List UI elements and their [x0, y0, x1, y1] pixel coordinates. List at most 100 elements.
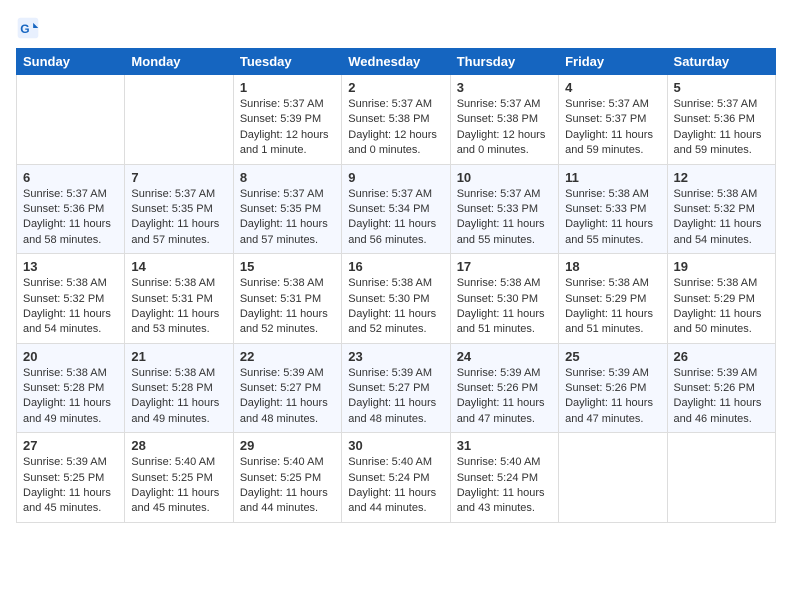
day-number: 29 [240, 438, 335, 453]
calendar-week-row: 27 Sunrise: 5:39 AM Sunset: 5:25 PM Dayli… [17, 433, 776, 523]
day-number: 15 [240, 259, 335, 274]
calendar-cell: 22 Sunrise: 5:39 AM Sunset: 5:27 PM Dayli… [233, 343, 341, 433]
day-number: 3 [457, 80, 552, 95]
cell-content: Sunrise: 5:39 AM Sunset: 5:25 PM Dayligh… [23, 455, 118, 517]
calendar-cell: 4 Sunrise: 5:37 AM Sunset: 5:37 PM Daylig… [559, 75, 667, 165]
cell-content: Sunrise: 5:37 AM Sunset: 5:38 PM Dayligh… [457, 97, 552, 159]
calendar-week-row: 13 Sunrise: 5:38 AM Sunset: 5:32 PM Dayli… [17, 254, 776, 344]
cell-content: Sunrise: 5:39 AM Sunset: 5:26 PM Dayligh… [565, 366, 660, 428]
calendar-header: SundayMondayTuesdayWednesdayThursdayFrid… [17, 49, 776, 75]
day-of-week-header: Saturday [667, 49, 775, 75]
cell-content: Sunrise: 5:39 AM Sunset: 5:27 PM Dayligh… [240, 366, 335, 428]
calendar-cell: 23 Sunrise: 5:39 AM Sunset: 5:27 PM Dayli… [342, 343, 450, 433]
day-number: 20 [23, 349, 118, 364]
day-number: 24 [457, 349, 552, 364]
cell-content: Sunrise: 5:38 AM Sunset: 5:29 PM Dayligh… [565, 276, 660, 338]
svg-text:G: G [20, 22, 29, 36]
day-of-week-header: Friday [559, 49, 667, 75]
calendar-cell: 31 Sunrise: 5:40 AM Sunset: 5:24 PM Dayli… [450, 433, 558, 523]
day-number: 13 [23, 259, 118, 274]
logo-icon: G [16, 16, 40, 40]
days-of-week-row: SundayMondayTuesdayWednesdayThursdayFrid… [17, 49, 776, 75]
calendar-table: SundayMondayTuesdayWednesdayThursdayFrid… [16, 48, 776, 523]
day-number: 27 [23, 438, 118, 453]
calendar-week-row: 20 Sunrise: 5:38 AM Sunset: 5:28 PM Dayli… [17, 343, 776, 433]
cell-content: Sunrise: 5:37 AM Sunset: 5:35 PM Dayligh… [240, 187, 335, 249]
calendar-week-row: 1 Sunrise: 5:37 AM Sunset: 5:39 PM Daylig… [17, 75, 776, 165]
day-of-week-header: Monday [125, 49, 233, 75]
calendar-cell: 25 Sunrise: 5:39 AM Sunset: 5:26 PM Dayli… [559, 343, 667, 433]
day-number: 8 [240, 170, 335, 185]
calendar-cell: 14 Sunrise: 5:38 AM Sunset: 5:31 PM Dayli… [125, 254, 233, 344]
cell-content: Sunrise: 5:38 AM Sunset: 5:30 PM Dayligh… [457, 276, 552, 338]
day-number: 5 [674, 80, 769, 95]
day-of-week-header: Tuesday [233, 49, 341, 75]
logo: G [16, 16, 44, 40]
day-of-week-header: Sunday [17, 49, 125, 75]
cell-content: Sunrise: 5:39 AM Sunset: 5:26 PM Dayligh… [457, 366, 552, 428]
day-number: 26 [674, 349, 769, 364]
day-number: 31 [457, 438, 552, 453]
day-number: 14 [131, 259, 226, 274]
cell-content: Sunrise: 5:37 AM Sunset: 5:34 PM Dayligh… [348, 187, 443, 249]
day-number: 21 [131, 349, 226, 364]
cell-content: Sunrise: 5:37 AM Sunset: 5:36 PM Dayligh… [23, 187, 118, 249]
calendar-cell: 10 Sunrise: 5:37 AM Sunset: 5:33 PM Dayli… [450, 164, 558, 254]
day-number: 16 [348, 259, 443, 274]
calendar-cell: 3 Sunrise: 5:37 AM Sunset: 5:38 PM Daylig… [450, 75, 558, 165]
day-number: 2 [348, 80, 443, 95]
cell-content: Sunrise: 5:37 AM Sunset: 5:39 PM Dayligh… [240, 97, 335, 159]
calendar-cell [559, 433, 667, 523]
day-of-week-header: Wednesday [342, 49, 450, 75]
day-number: 19 [674, 259, 769, 274]
calendar-cell [125, 75, 233, 165]
day-number: 10 [457, 170, 552, 185]
day-number: 17 [457, 259, 552, 274]
calendar-cell: 18Sunrise: 5:38 AM Sunset: 5:29 PM Dayli… [559, 254, 667, 344]
page-header: G [16, 16, 776, 40]
calendar-cell: 5Sunrise: 5:37 AM Sunset: 5:36 PM Daylig… [667, 75, 775, 165]
calendar-cell: 21 Sunrise: 5:38 AM Sunset: 5:28 PM Dayli… [125, 343, 233, 433]
calendar-cell: 26 Sunrise: 5:39 AM Sunset: 5:26 PM Dayli… [667, 343, 775, 433]
day-number: 12 [674, 170, 769, 185]
day-number: 11 [565, 170, 660, 185]
cell-content: Sunrise: 5:39 AM Sunset: 5:26 PM Dayligh… [674, 366, 769, 428]
calendar-cell: 15 Sunrise: 5:38 AM Sunset: 5:31 PM Dayli… [233, 254, 341, 344]
cell-content: Sunrise: 5:37 AM Sunset: 5:33 PM Dayligh… [457, 187, 552, 249]
day-number: 23 [348, 349, 443, 364]
day-number: 25 [565, 349, 660, 364]
cell-content: Sunrise: 5:37 AM Sunset: 5:37 PM Dayligh… [565, 97, 660, 159]
cell-content: Sunrise: 5:40 AM Sunset: 5:24 PM Dayligh… [348, 455, 443, 517]
calendar-cell: 7 Sunrise: 5:37 AM Sunset: 5:35 PM Daylig… [125, 164, 233, 254]
calendar-cell: 24 Sunrise: 5:39 AM Sunset: 5:26 PM Dayli… [450, 343, 558, 433]
cell-content: Sunrise: 5:38 AM Sunset: 5:30 PM Dayligh… [348, 276, 443, 338]
cell-content: Sunrise: 5:38 AM Sunset: 5:33 PM Dayligh… [565, 187, 660, 249]
cell-content: Sunrise: 5:40 AM Sunset: 5:24 PM Dayligh… [457, 455, 552, 517]
day-number: 4 [565, 80, 660, 95]
cell-content: Sunrise: 5:39 AM Sunset: 5:27 PM Dayligh… [348, 366, 443, 428]
cell-content: Sunrise: 5:40 AM Sunset: 5:25 PM Dayligh… [131, 455, 226, 517]
calendar-cell [17, 75, 125, 165]
calendar-cell: 12Sunrise: 5:38 AM Sunset: 5:32 PM Dayli… [667, 164, 775, 254]
day-number: 30 [348, 438, 443, 453]
cell-content: Sunrise: 5:37 AM Sunset: 5:35 PM Dayligh… [131, 187, 226, 249]
day-number: 7 [131, 170, 226, 185]
calendar-cell: 28Sunrise: 5:40 AM Sunset: 5:25 PM Dayli… [125, 433, 233, 523]
cell-content: Sunrise: 5:40 AM Sunset: 5:25 PM Dayligh… [240, 455, 335, 517]
calendar-cell: 2Sunrise: 5:37 AM Sunset: 5:38 PM Daylig… [342, 75, 450, 165]
cell-content: Sunrise: 5:38 AM Sunset: 5:29 PM Dayligh… [674, 276, 769, 338]
calendar-cell: 27 Sunrise: 5:39 AM Sunset: 5:25 PM Dayli… [17, 433, 125, 523]
calendar-body: 1 Sunrise: 5:37 AM Sunset: 5:39 PM Daylig… [17, 75, 776, 523]
cell-content: Sunrise: 5:38 AM Sunset: 5:28 PM Dayligh… [23, 366, 118, 428]
day-of-week-header: Thursday [450, 49, 558, 75]
day-number: 22 [240, 349, 335, 364]
cell-content: Sunrise: 5:38 AM Sunset: 5:32 PM Dayligh… [23, 276, 118, 338]
calendar-cell [667, 433, 775, 523]
calendar-cell: 11 Sunrise: 5:38 AM Sunset: 5:33 PM Dayli… [559, 164, 667, 254]
calendar-cell: 30 Sunrise: 5:40 AM Sunset: 5:24 PM Dayli… [342, 433, 450, 523]
cell-content: Sunrise: 5:38 AM Sunset: 5:28 PM Dayligh… [131, 366, 226, 428]
cell-content: Sunrise: 5:38 AM Sunset: 5:31 PM Dayligh… [131, 276, 226, 338]
calendar-cell: 8 Sunrise: 5:37 AM Sunset: 5:35 PM Daylig… [233, 164, 341, 254]
cell-content: Sunrise: 5:38 AM Sunset: 5:31 PM Dayligh… [240, 276, 335, 338]
day-number: 1 [240, 80, 335, 95]
